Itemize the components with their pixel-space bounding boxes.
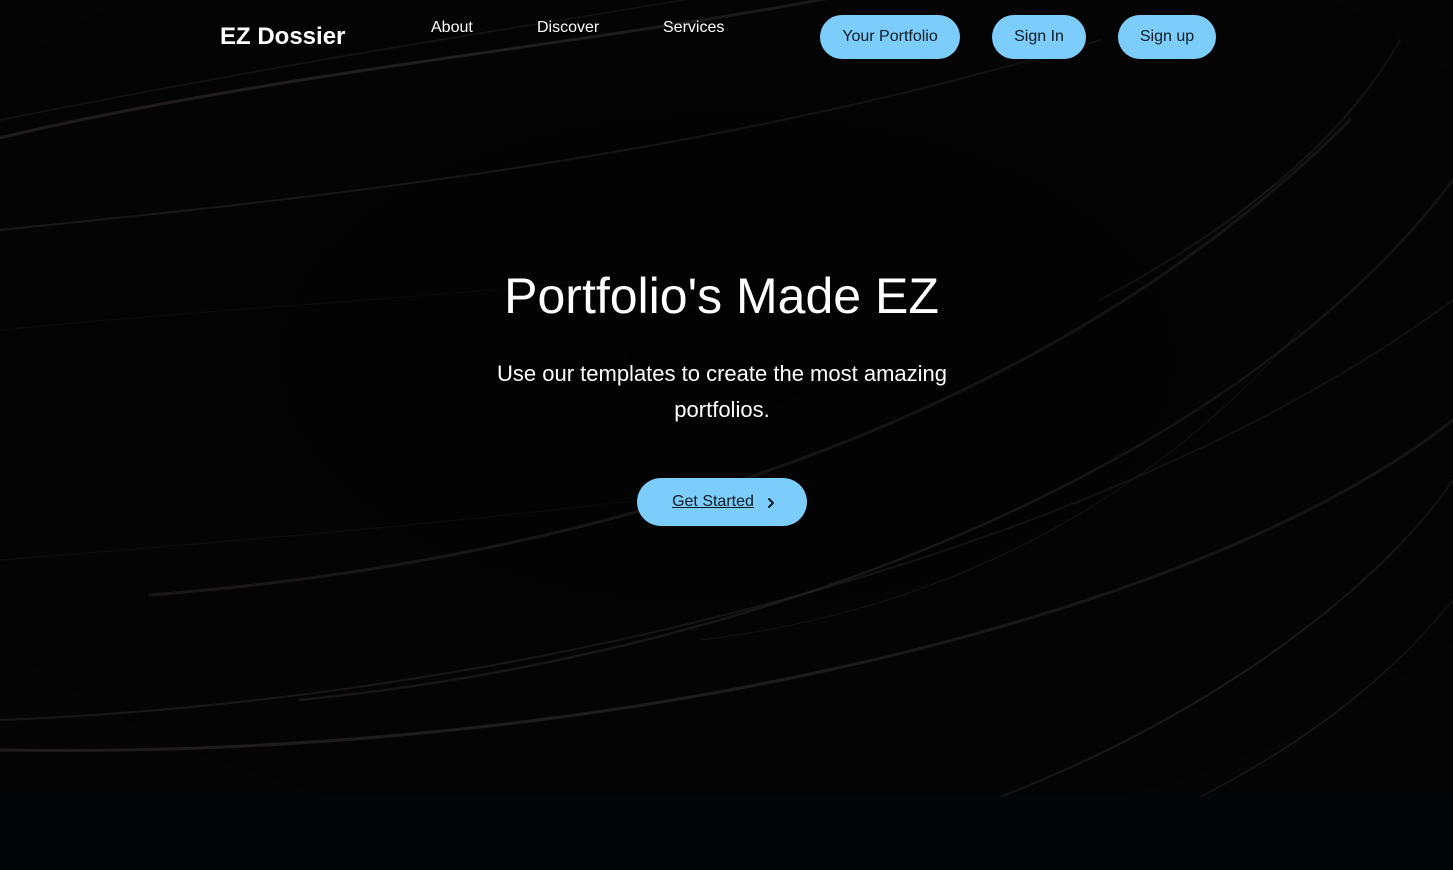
nav-link-about[interactable]: About [431,19,473,37]
chevron-right-icon [766,496,776,508]
hero-section: EZ Dossier About Discover Services Your … [0,0,1453,797]
hero-title: Portfolio's Made EZ [504,268,939,324]
brand-logo[interactable]: EZ Dossier [220,22,345,52]
get-started-label: Get Started [672,493,754,510]
page-footer-band [0,797,1453,870]
your-portfolio-button[interactable]: Your Portfolio [820,15,960,59]
nav-link-discover[interactable]: Discover [537,19,599,37]
sign-in-button[interactable]: Sign In [992,15,1086,59]
hero-subtitle: Use our templates to create the most ama… [497,361,947,422]
get-started-button[interactable]: Get Started [637,478,807,526]
nav-link-services[interactable]: Services [663,19,724,37]
sign-up-button[interactable]: Sign up [1118,15,1216,59]
